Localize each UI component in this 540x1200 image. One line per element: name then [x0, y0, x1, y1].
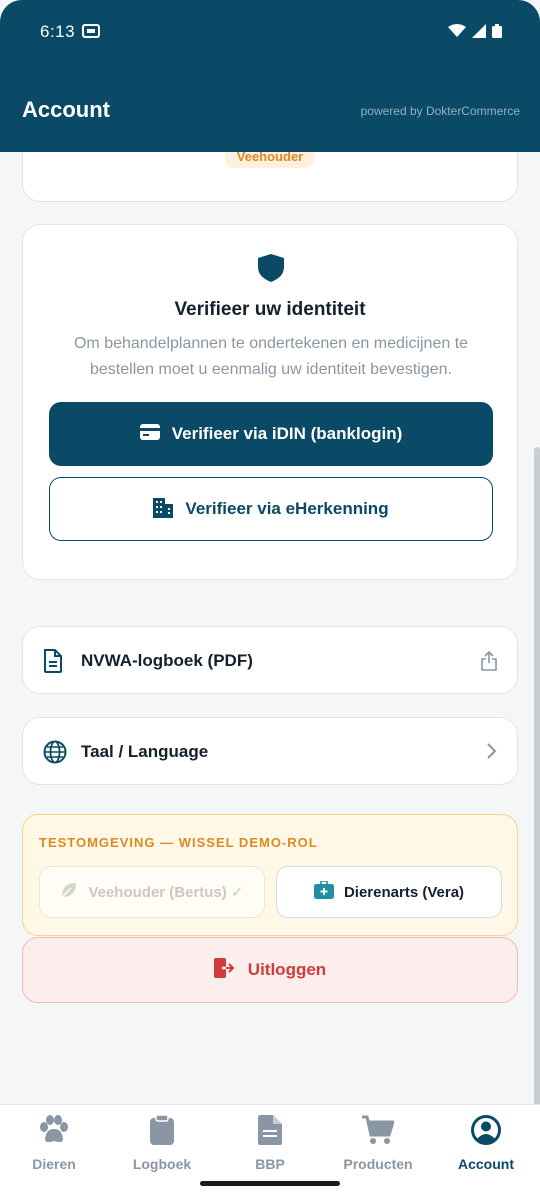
language-label: Taal / Language — [81, 742, 209, 761]
tab-label: BBP — [255, 1156, 285, 1172]
powered-by-label: powered by DokterCommerce — [360, 104, 520, 118]
verify-description: Om behandelplannen te ondertekenen en me… — [73, 335, 469, 378]
signal-icon — [472, 24, 486, 43]
leaf-icon — [60, 881, 78, 903]
user-circle-icon — [471, 1115, 501, 1150]
test-environment-card: TESTOMGEVING — WISSEL DEMO-ROL Veehouder… — [22, 814, 518, 936]
content-scroll-area[interactable]: Veehouder Verifieer uw identiteit Om beh… — [0, 152, 540, 1104]
building-icon — [153, 496, 174, 523]
nvwa-logbook-label: NVWA-logboek (PDF) — [81, 651, 253, 670]
document-icon — [43, 649, 63, 678]
paw-icon — [38, 1115, 70, 1150]
verify-identity-card: Verifieer uw identiteit Om behandelplann… — [22, 224, 518, 580]
credit-card-icon — [139, 423, 160, 445]
language-row[interactable]: Taal / Language — [22, 717, 518, 785]
verify-idin-button[interactable]: Verifieer via iDIN (banklogin) — [49, 402, 493, 466]
demo-role-vet-button[interactable]: Dierenarts (Vera) — [276, 866, 502, 918]
status-bar: 6:13 — [0, 0, 540, 60]
tab-dieren[interactable]: Dieren — [0, 1115, 108, 1179]
demo-role-farmer-button[interactable]: Veehouder (Bertus) ✓ — [39, 866, 265, 918]
clipboard-icon — [150, 1114, 174, 1150]
logout-icon — [213, 957, 236, 983]
home-indicator — [200, 1181, 340, 1186]
document-icon — [258, 1115, 282, 1150]
cast-icon — [82, 24, 100, 43]
chevron-right-icon — [485, 742, 497, 765]
medical-kit-icon — [313, 880, 334, 903]
shield-icon — [257, 253, 285, 288]
verify-title: Verifieer uw identiteit — [174, 299, 366, 320]
logout-label: Uitloggen — [247, 960, 327, 979]
share-icon[interactable] — [481, 650, 497, 676]
cart-icon — [362, 1115, 396, 1150]
test-environment-title: TESTOMGEVING — WISSEL DEMO-ROL — [39, 835, 318, 850]
logout-button[interactable]: Uitloggen — [22, 937, 518, 1003]
tab-label: Producten — [343, 1156, 413, 1172]
status-time: 6:13 — [40, 22, 76, 41]
profile-card: Veehouder — [22, 152, 518, 202]
tab-label: Account — [458, 1156, 514, 1172]
app-header: 6:13 Account powered by DokterCommerce — [0, 0, 540, 152]
demo-role-farmer-label: Veehouder (Bertus) ✓ — [88, 884, 244, 901]
verify-eherkenning-button[interactable]: Verifieer via eHerkenning — [49, 477, 493, 541]
tab-account[interactable]: Account — [432, 1115, 540, 1179]
tab-logboek[interactable]: Logboek — [108, 1114, 216, 1179]
tab-label: Dieren — [32, 1156, 76, 1172]
nvwa-logbook-row[interactable]: NVWA-logboek (PDF) — [22, 626, 518, 694]
demo-role-vet-label: Dierenarts (Vera) — [343, 883, 465, 901]
battery-icon — [492, 24, 502, 43]
tab-producten[interactable]: Producten — [324, 1115, 432, 1179]
globe-icon — [43, 740, 67, 769]
tab-bbp[interactable]: BBP — [216, 1115, 324, 1179]
page-title: Account — [22, 97, 110, 122]
wifi-icon — [448, 24, 466, 43]
tab-label: Logboek — [132, 1156, 192, 1172]
verify-idin-label: Verifieer via iDIN (banklogin) — [171, 424, 403, 443]
scrollbar[interactable] — [534, 447, 540, 1104]
verify-eherkenning-label: Verifieer via eHerkenning — [185, 499, 389, 518]
role-badge: Veehouder — [224, 152, 316, 168]
